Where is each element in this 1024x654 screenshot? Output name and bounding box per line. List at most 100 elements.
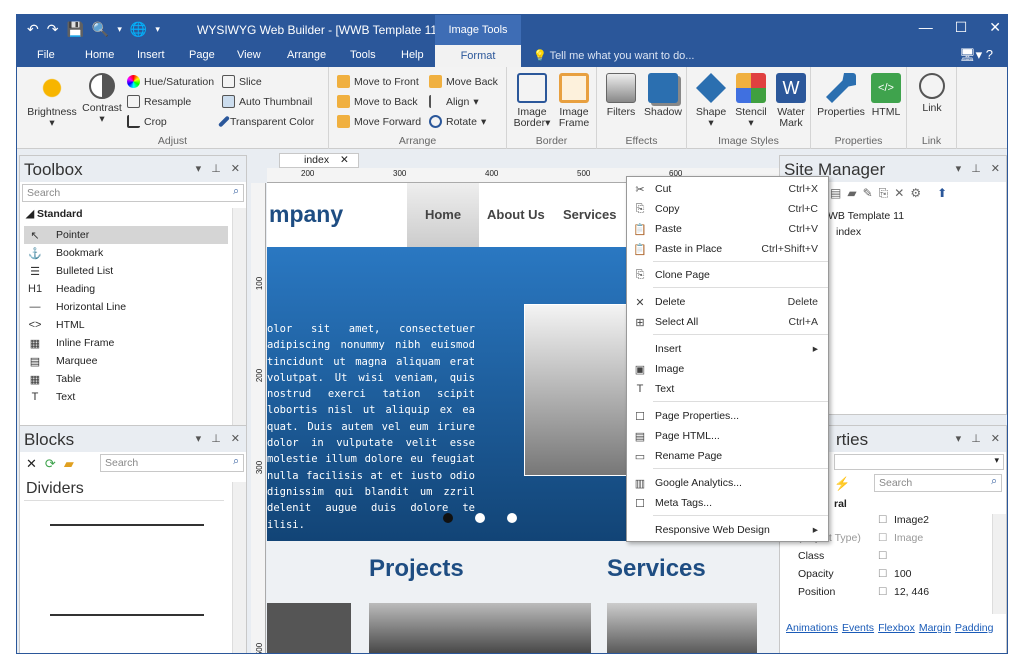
close-icon[interactable]: ✕ <box>231 162 240 175</box>
watermark-button[interactable]: W Water Mark <box>771 73 811 129</box>
menu-item-delete[interactable]: ✕ Delete Delete <box>627 292 828 312</box>
toolbox-search[interactable]: Search ⌕ <box>22 184 244 202</box>
toolbox-item[interactable]: ▦ Inline Frame <box>24 334 228 352</box>
rotate-button[interactable]: Rotate ▾ <box>429 115 486 128</box>
menu-view[interactable]: View <box>237 49 261 61</box>
chevron-down-icon[interactable]: ▾ <box>117 24 122 38</box>
menu-item-cut[interactable]: ✂ Cut Ctrl+X <box>627 179 828 199</box>
tell-me-input[interactable]: 💡 Tell me what you want to do... <box>533 49 694 62</box>
folder-icon[interactable]: ▰ <box>847 186 856 201</box>
menu-insert[interactable]: Insert <box>137 49 165 61</box>
tab-index[interactable]: index ✕ <box>279 153 359 168</box>
chevron-down-icon[interactable]: ▾ <box>956 432 962 445</box>
menu-item-rename-page[interactable]: ▭ Rename Page <box>627 446 828 466</box>
edit-icon[interactable]: ✎ <box>863 186 873 201</box>
properties-icon[interactable]: ⚙ <box>910 186 921 201</box>
slider-dot[interactable] <box>507 513 517 523</box>
menu-item-insert[interactable]: Insert ▸ <box>627 339 828 359</box>
delete-icon[interactable]: ✕ <box>894 186 904 201</box>
nav-home[interactable]: Home <box>407 183 479 247</box>
image-border-button[interactable]: Image Border▾ <box>511 73 553 129</box>
toolbox-item[interactable]: ☰ Bulleted List <box>24 262 228 280</box>
chevron-down-icon[interactable]: ▾ <box>155 24 160 38</box>
link-button[interactable]: Link <box>913 73 951 114</box>
flexbox-link[interactable]: Flexbox <box>878 622 915 634</box>
toolbox-item[interactable]: — Horizontal Line <box>24 298 228 316</box>
globe-image[interactable] <box>607 603 757 653</box>
events-link[interactable]: Events <box>842 622 874 634</box>
menu-home[interactable]: Home <box>85 49 114 61</box>
publish-icon[interactable]: 🌐 <box>130 21 147 38</box>
menu-item-paste[interactable]: 📋 Paste Ctrl+V <box>627 219 828 239</box>
padding-link[interactable]: Padding <box>955 622 994 634</box>
properties-button[interactable]: Properties <box>815 73 867 118</box>
refresh-icon[interactable]: ⟳ <box>45 456 56 472</box>
nav-services[interactable]: Services <box>563 207 617 222</box>
properties-search[interactable]: Search ⌕ <box>874 474 1002 492</box>
toolbox-item[interactable]: ▦ Table <box>24 370 228 388</box>
close-icon[interactable]: ✕ <box>991 432 1000 445</box>
menu-tools[interactable]: Tools <box>350 49 376 61</box>
pin-icon[interactable]: ⊥ <box>971 162 981 175</box>
toolbox-item[interactable]: H1 Heading <box>24 280 228 298</box>
property-row[interactable]: (Object Type) ☐ Image <box>798 532 1007 549</box>
move-forward-button[interactable]: Move Forward <box>337 115 421 128</box>
stencil-button[interactable]: Stencil ▾ <box>731 73 771 129</box>
shape-button[interactable]: Shape ▾ <box>691 73 731 129</box>
toolbox-item[interactable]: ↖ Pointer <box>24 226 228 244</box>
account-icon[interactable]: 🖥▾ ? <box>959 47 993 63</box>
menu-item-google-analytics[interactable]: ▥ Google Analytics... <box>627 473 828 493</box>
close-icon[interactable]: ✕ <box>231 432 240 445</box>
move-to-back-button[interactable]: Move to Back <box>337 95 418 108</box>
html-button[interactable]: </> HTML <box>867 73 905 118</box>
transparent-color-button[interactable]: Transparent Color <box>217 115 314 128</box>
delete-icon[interactable]: ✕ <box>26 456 37 472</box>
animations-link[interactable]: Animations <box>786 622 838 634</box>
filters-button[interactable]: Filters <box>601 73 641 118</box>
tab-format[interactable]: Format <box>435 45 521 67</box>
undo-icon[interactable]: ↶ <box>27 21 39 38</box>
page-icon[interactable]: ▤ <box>830 186 841 201</box>
toolbox-item[interactable]: ▤ Marquee <box>24 352 228 370</box>
menu-item-meta-tags[interactable]: ☐ Meta Tags... <box>627 493 828 513</box>
maximize-icon[interactable]: ☐ <box>955 19 968 36</box>
menu-item-page-html[interactable]: ▤ Page HTML... <box>627 426 828 446</box>
folder-icon[interactable]: ▰ <box>64 456 74 472</box>
close-icon[interactable]: ✕ <box>991 162 1000 175</box>
menu-item-page-properties[interactable]: ☐ Page Properties... <box>627 406 828 426</box>
brightness-button[interactable]: Brightness ▾ <box>25 73 79 129</box>
menu-help[interactable]: Help <box>401 49 424 61</box>
divider-preview[interactable] <box>50 614 204 616</box>
resample-button[interactable]: Resample <box>127 95 191 108</box>
menu-item-copy[interactable]: ⎘ Copy Ctrl+C <box>627 199 828 219</box>
slider-dot[interactable] <box>475 513 485 523</box>
chevron-down-icon[interactable]: ▾ <box>196 432 202 445</box>
hue-saturation-button[interactable]: Hue/Saturation <box>127 75 214 88</box>
menu-item-responsive-web-design[interactable]: Responsive Web Design ▸ <box>627 520 828 540</box>
arrow-up-icon[interactable]: ⬆ <box>937 186 947 201</box>
events-icon[interactable]: ⚡ <box>834 476 850 492</box>
menu-item-paste-in-place[interactable]: 📋 Paste in Place Ctrl+Shift+V <box>627 239 828 259</box>
slice-button[interactable]: Slice <box>222 75 262 88</box>
crop-button[interactable]: Crop <box>127 115 167 128</box>
tree-root[interactable]: WB Template 11 <box>828 210 904 222</box>
property-row[interactable]: Class ☐ <box>798 550 1007 567</box>
toolbox-category[interactable]: ◢ Standard <box>26 208 83 220</box>
shadow-button[interactable]: Shadow <box>643 73 683 118</box>
menu-item-select-all[interactable]: ⊞ Select All Ctrl+A <box>627 312 828 332</box>
object-selector[interactable]: ▾ <box>834 454 1004 470</box>
properties-scrollbar[interactable] <box>992 514 1006 614</box>
toolbox-item[interactable]: T Text <box>24 388 228 406</box>
redo-icon[interactable]: ↷ <box>47 21 59 38</box>
chevron-down-icon[interactable]: ▾ <box>956 162 962 175</box>
pin-icon[interactable]: ⊥ <box>211 432 221 445</box>
toolbox-item[interactable]: <> HTML <box>24 316 228 334</box>
property-row[interactable]: ☐ Image2 <box>798 514 1007 531</box>
thumbnail-image[interactable] <box>267 603 351 653</box>
menu-arrange[interactable]: Arrange <box>287 49 326 61</box>
auto-thumbnail-button[interactable]: Auto Thumbnail <box>222 95 312 108</box>
divider-preview[interactable] <box>50 524 204 526</box>
property-row[interactable]: Position ☐ 12, 446 <box>798 586 1007 603</box>
menu-item-image[interactable]: ▣ Image <box>627 359 828 379</box>
menu-file[interactable]: File <box>37 49 55 61</box>
